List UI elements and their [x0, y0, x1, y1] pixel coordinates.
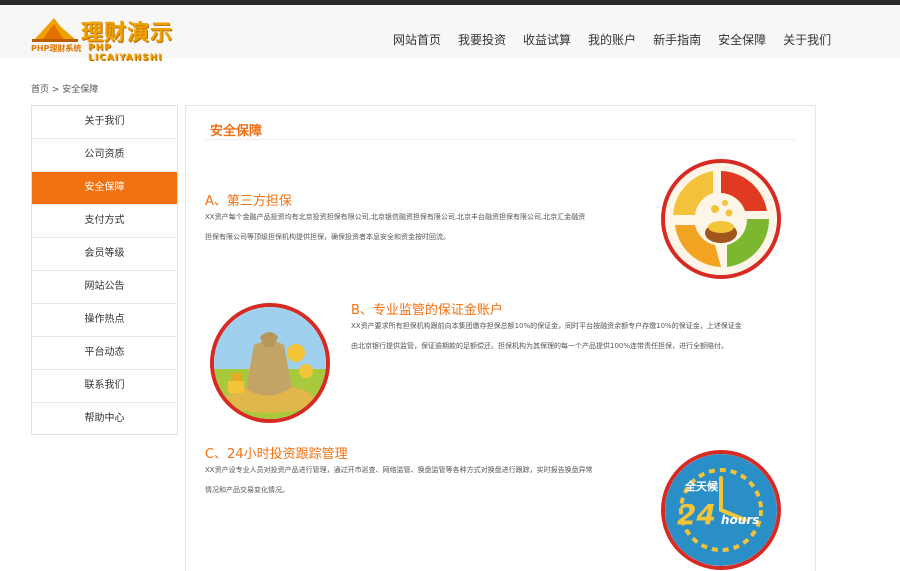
sidebar-item-announcements[interactable]: 网站公告	[32, 271, 177, 304]
sidebar-item-contact[interactable]: 联系我们	[32, 370, 177, 403]
sidebar-item-about[interactable]: 关于我们	[32, 106, 177, 139]
section-b-line-2: 由北京银行提供监管，保证逾期款的足额偿还。担保机构为其保理的每一个产品提供100…	[351, 342, 729, 350]
breadcrumb: 首页 > 安全保障	[31, 85, 99, 95]
sidebar-menu: 关于我们 公司资质 安全保障 支付方式 会员等级 网站公告 操作热点 平台动态 …	[31, 105, 178, 435]
sidebar-item-payment[interactable]: 支付方式	[32, 205, 177, 238]
section-c-line-2: 情况和产品交易变化情况。	[205, 486, 289, 494]
site-header: 理财演示 PHP理财系统 PHP LICAIYANSHI 网站首页 我要投资 收…	[0, 5, 900, 63]
title-divider	[204, 139, 796, 140]
clock-badge-top: 全天候	[684, 479, 719, 493]
logo-subtitle-latin: PHP LICAIYANSHI	[88, 43, 163, 63]
money-cycle-icon	[661, 159, 781, 279]
section-a-line-1: XX资产每个金融产品投资均有北京投资担保有限公司,北京银信融资担保有限公司,北京…	[205, 213, 586, 221]
section-a-line-2: 担保有限公司等顶级担保机构提供担保，确保投资者本息安全和资金按时回流。	[205, 233, 450, 241]
logo-emblem-icon	[32, 18, 78, 42]
nav-invest[interactable]: 我要投资	[458, 31, 506, 49]
clock-24h-icon: 全天候 24 hours	[661, 450, 781, 570]
main-nav: 网站首页 我要投资 收益试算 我的账户 新手指南 安全保障 关于我们	[393, 31, 848, 49]
sidebar-item-help[interactable]: 帮助中心	[32, 403, 177, 436]
nav-guide[interactable]: 新手指南	[653, 31, 701, 49]
section-b-text: XX资产要求所有担保机构跟前向本集团缴存担保总额10%的保证金，同时平台按融资余…	[351, 316, 801, 356]
nav-security[interactable]: 安全保障	[718, 31, 766, 49]
content-panel: 安全保障 A、第三方担保 XX资产每个金融产品投资均有北京投资担保有限公司,北京…	[185, 105, 816, 571]
nav-home[interactable]: 网站首页	[393, 31, 441, 49]
money-bag-icon	[210, 303, 330, 423]
clock-badge-number: 24	[677, 498, 716, 531]
nav-about[interactable]: 关于我们	[783, 31, 831, 49]
nav-account[interactable]: 我的账户	[588, 31, 636, 49]
section-c-line-1: XX资产设专业人员对投资产品进行管理，通过开市巡查、网络监管、换盘监管等各种方式…	[205, 466, 593, 474]
sidebar-item-news[interactable]: 平台动态	[32, 337, 177, 370]
clock-badge-unit: hours	[721, 513, 759, 527]
sidebar-item-security[interactable]: 安全保障	[32, 172, 177, 205]
sidebar-item-hot-topics[interactable]: 操作热点	[32, 304, 177, 337]
section-b-line-1: XX资产要求所有担保机构跟前向本集团缴存担保总额10%的保证金，同时平台按融资余…	[351, 322, 742, 330]
sidebar-item-qualification[interactable]: 公司资质	[32, 139, 177, 172]
site-logo[interactable]: 理财演示 PHP理财系统 PHP LICAIYANSHI	[30, 14, 190, 63]
nav-calculator[interactable]: 收益试算	[523, 31, 571, 49]
page-title: 安全保障	[210, 124, 263, 139]
section-c-text: XX资产设专业人员对投资产品进行管理，通过开市巡查、网络监管、换盘监管等各种方式…	[205, 460, 660, 500]
section-a-text: XX资产每个金融产品投资均有北京投资担保有限公司,北京银信融资担保有限公司,北京…	[205, 207, 665, 247]
logo-subtitle: PHP理财系统	[31, 44, 82, 53]
sidebar-item-membership[interactable]: 会员等级	[32, 238, 177, 271]
